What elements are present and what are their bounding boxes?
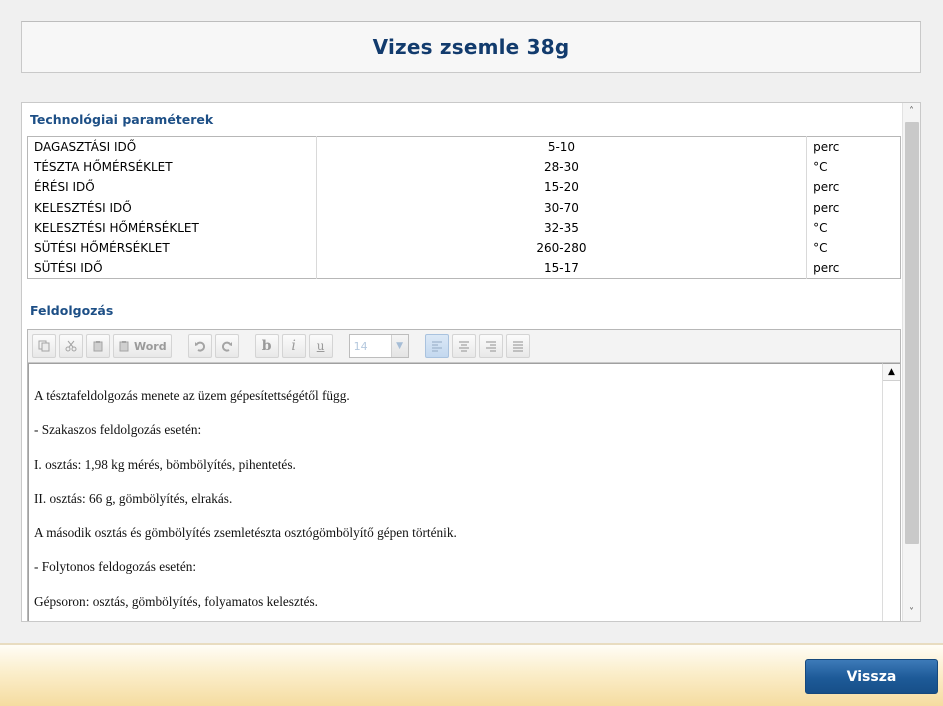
align-center-button[interactable] <box>451 334 476 358</box>
copy-icon <box>38 340 50 352</box>
params-heading: Technológiai paraméterek <box>30 112 214 127</box>
param-value: 5-10 <box>316 136 808 157</box>
align-center-icon <box>458 341 469 352</box>
editor-paragraph: A második osztás és gömbölyítés zsemleté… <box>34 525 457 541</box>
italic-button[interactable]: i <box>281 334 306 358</box>
align-justify-icon <box>512 341 523 352</box>
param-value: 28-30 <box>316 156 808 178</box>
editor-text-area[interactable]: A tésztafeldolgozás menete az üzem gépes… <box>28 363 882 621</box>
redo-icon <box>221 341 232 352</box>
table-row: ÉRÉSI IDŐ 15-20 perc <box>27 177 901 198</box>
editor-scrollbar[interactable]: ▲ <box>882 363 900 621</box>
param-unit: °C <box>813 159 828 174</box>
editor-paragraph: II. osztás: 66 g, gömbölyítés, elrakás. <box>34 490 233 506</box>
redo-button[interactable] <box>214 334 239 358</box>
param-value: 30-70 <box>316 197 808 218</box>
clipboard-icon <box>119 341 129 352</box>
param-unit: perc <box>813 261 840 276</box>
table-row: TÉSZTA HŐMÉRSÉKLET 28-30 °C <box>27 156 901 178</box>
font-size-value: 14 <box>353 339 368 353</box>
param-name: SÜTÉSI HŐMÉRSÉKLET <box>27 237 317 259</box>
editor-paragraph: A tésztafeldolgozás menete az üzem gépes… <box>34 388 350 403</box>
cut-button[interactable] <box>59 334 83 358</box>
param-unit: °C <box>813 220 828 235</box>
back-button[interactable]: Vissza <box>805 659 938 694</box>
chevron-down-icon: ▼ <box>390 335 408 357</box>
align-right-icon <box>485 341 496 352</box>
table-row: KELESZTÉSI HŐMÉRSÉKLET 32-35 °C <box>27 217 901 238</box>
content-panel: Technológiai paraméterek DAGASZTÁSI IDŐ … <box>21 102 921 622</box>
scroll-area: Technológiai paraméterek DAGASZTÁSI IDŐ … <box>22 103 903 621</box>
clipboard-icon <box>93 341 103 352</box>
paste-word-label: Word <box>134 339 167 353</box>
table-row: DAGASZTÁSI IDŐ 5-10 perc <box>27 136 901 157</box>
paste-button[interactable] <box>86 334 110 358</box>
align-left-icon <box>431 341 442 352</box>
chevron-down-icon[interactable]: ˅ <box>903 604 920 621</box>
justify-button[interactable] <box>505 334 530 358</box>
editor-paragraph: - Szakaszos feldolgozás esetén: <box>34 422 202 438</box>
param-name: TÉSZTA HŐMÉRSÉKLET <box>27 156 317 178</box>
undo-icon <box>194 341 205 352</box>
param-name: ÉRÉSI IDŐ <box>27 177 317 198</box>
param-unit: °C <box>813 241 828 256</box>
table-row: KELESZTÉSI IDŐ 30-70 perc <box>27 197 901 218</box>
scroll-up-icon[interactable]: ▲ <box>883 364 900 381</box>
title-bar: Vizes zsemle 38g <box>21 21 921 73</box>
param-value: 32-35 <box>316 217 808 238</box>
editor-paragraph: Gépsoron: osztás, gömbölyítés, folyamato… <box>34 593 318 609</box>
footer-bar: Vissza <box>0 645 943 706</box>
param-unit: perc <box>813 180 840 195</box>
param-unit: perc <box>813 200 840 215</box>
param-unit: perc <box>813 139 840 154</box>
font-size-select[interactable]: 14 ▼ <box>348 334 409 358</box>
editor-paragraph: I. osztás: 1,98 kg mérés, bömbölyítés, p… <box>34 456 296 472</box>
editor-toolbar: Word b i u 14 ▼ <box>28 330 900 363</box>
panel-scrollbar[interactable]: ˄ ˅ <box>902 103 920 621</box>
params-table: DAGASZTÁSI IDŐ 5-10 perc TÉSZTA HŐMÉRSÉK… <box>27 136 901 280</box>
copy-button[interactable] <box>32 334 56 358</box>
chevron-up-icon[interactable]: ˄ <box>903 103 920 120</box>
param-name: DAGASZTÁSI IDŐ <box>27 136 317 157</box>
param-name: KELESZTÉSI HŐMÉRSÉKLET <box>27 217 317 238</box>
align-left-button[interactable] <box>424 334 449 358</box>
rich-text-editor[interactable]: Word b i u 14 ▼ A tésztafeldolgozás mene… <box>27 329 901 621</box>
param-value: 260-280 <box>316 237 808 259</box>
editor-paragraph: - Folytonos feldogozás esetén: <box>34 559 197 575</box>
bold-button[interactable]: b <box>254 334 279 358</box>
scrollbar-thumb[interactable] <box>905 122 919 544</box>
undo-button[interactable] <box>187 334 212 358</box>
param-value: 15-20 <box>316 177 808 198</box>
underline-button[interactable]: u <box>308 334 333 358</box>
paste-from-word-button[interactable]: Word <box>113 334 172 358</box>
table-row: SÜTÉSI HŐMÉRSÉKLET 260-280 °C <box>27 237 901 259</box>
processing-heading: Feldolgozás <box>30 303 114 318</box>
param-name: SÜTÉSI IDŐ <box>27 258 317 279</box>
align-right-button[interactable] <box>478 334 503 358</box>
page-title: Vizes zsemle 38g <box>372 35 570 59</box>
param-name: KELESZTÉSI IDŐ <box>27 197 317 218</box>
scissors-icon <box>65 340 77 352</box>
table-row: SÜTÉSI IDŐ 15-17 perc <box>27 258 901 279</box>
param-value: 15-17 <box>316 258 808 279</box>
